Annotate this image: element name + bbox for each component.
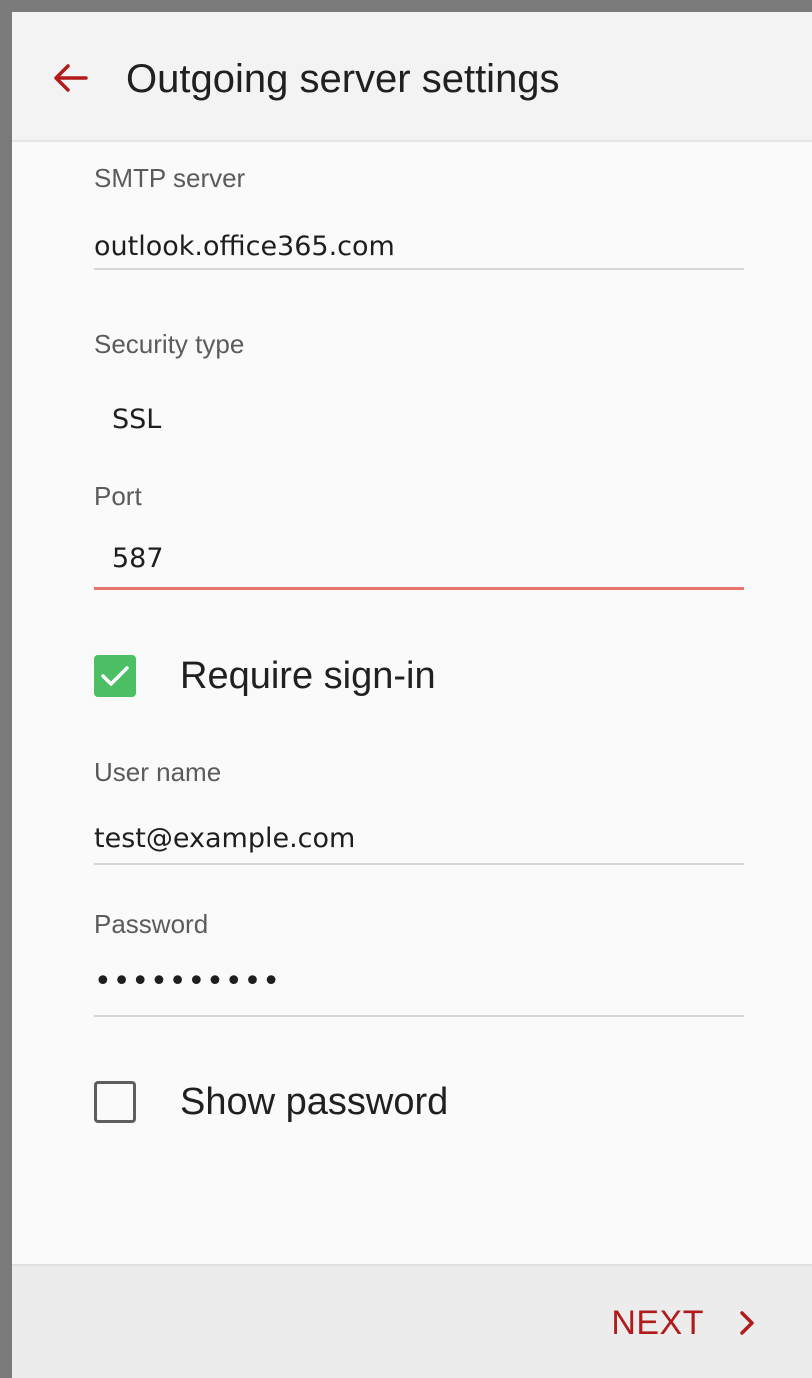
port-label: Port xyxy=(94,481,142,511)
smtp-server-input[interactable] xyxy=(94,226,744,266)
username-underline xyxy=(94,863,744,865)
next-label: NEXT xyxy=(611,1303,704,1342)
port-input[interactable] xyxy=(112,538,744,578)
password-input[interactable]: •••••••••• xyxy=(94,964,281,999)
chevron-right-icon xyxy=(738,1309,756,1337)
port-underline-active xyxy=(94,587,744,590)
security-type-label: Security type xyxy=(94,329,245,359)
username-label: User name xyxy=(94,757,222,787)
security-type-dropdown[interactable]: SSL xyxy=(112,404,161,435)
next-button[interactable]: NEXT xyxy=(611,1296,756,1350)
username-input[interactable] xyxy=(94,818,744,858)
smtp-server-underline xyxy=(94,268,744,270)
require-signin-checkbox[interactable] xyxy=(94,655,136,697)
require-signin-label: Require sign-in xyxy=(180,654,436,697)
smtp-server-label: SMTP server xyxy=(94,163,246,193)
show-password-label: Show password xyxy=(180,1080,449,1123)
password-underline xyxy=(94,1015,744,1017)
app-header: Outgoing server settings xyxy=(12,12,812,142)
show-password-checkbox[interactable] xyxy=(94,1081,136,1123)
page-title: Outgoing server settings xyxy=(126,57,560,101)
arrow-left-icon xyxy=(54,64,88,92)
show-password-checkbox-row[interactable]: Show password xyxy=(94,1072,448,1132)
device-frame-top xyxy=(0,0,812,12)
device-frame-left xyxy=(0,0,12,1378)
checkmark-icon xyxy=(101,666,129,686)
back-button[interactable] xyxy=(48,56,92,100)
footer-bar: NEXT xyxy=(12,1264,812,1378)
require-signin-checkbox-row[interactable]: Require sign-in xyxy=(94,646,436,706)
screen: Outgoing server settings SMTP server Sec… xyxy=(12,12,812,1378)
password-label: Password xyxy=(94,909,209,939)
